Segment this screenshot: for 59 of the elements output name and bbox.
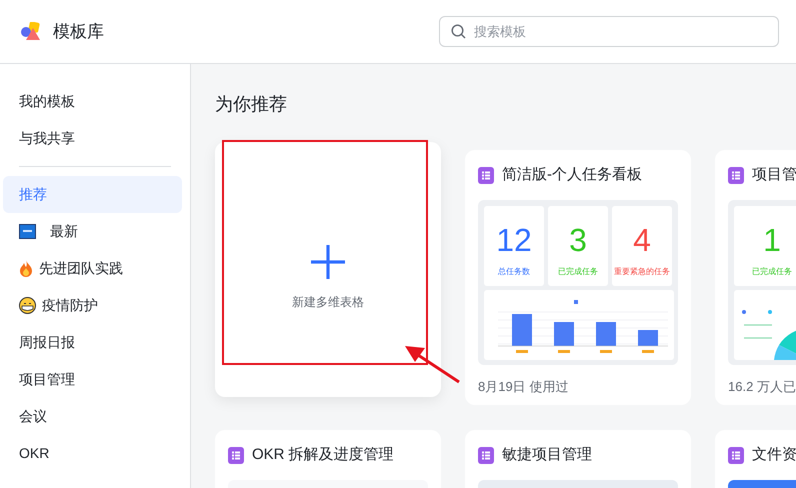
stat-label: 总任务数 — [498, 266, 530, 278]
usage-info: 8月19日 使用过 — [478, 378, 570, 396]
table-icon — [728, 166, 744, 184]
legend-marker — [742, 310, 746, 314]
legend-marker — [768, 310, 772, 314]
annotation-arrow — [403, 344, 463, 386]
card-title: 简洁版-个人任务看板 — [502, 164, 642, 185]
stat-value: 12 — [496, 224, 532, 256]
axis-label-icon — [516, 350, 528, 353]
chart-bar — [638, 330, 658, 346]
stat-value: 3 — [569, 224, 587, 256]
table-icon — [228, 446, 244, 464]
new-table-label: 新建多维表格 — [292, 294, 364, 310]
search-field[interactable]: 搜索模板 — [439, 16, 779, 47]
new-table-card[interactable]: 新建多维表格 — [215, 142, 441, 397]
chart-bar — [596, 322, 616, 346]
plus-icon — [309, 242, 347, 280]
leader-line — [744, 324, 772, 326]
sidebar-item[interactable]: 与我共享 — [3, 120, 182, 157]
sidebar-item[interactable]: 疫情防护 — [3, 287, 182, 324]
template-card[interactable]: 敏捷项目管理 — [465, 430, 691, 488]
card-title: 项目管 — [752, 164, 796, 185]
sidebar-item[interactable]: OKR — [3, 435, 182, 472]
sidebar-item[interactable]: 项目管理 — [3, 361, 182, 398]
stat-value: 1 — [763, 224, 781, 256]
stat-value: 4 — [633, 224, 651, 256]
sidebar-item[interactable]: 我的模板 — [3, 83, 182, 120]
search-icon — [451, 24, 466, 39]
stat-label: 已完成任务 — [558, 266, 598, 278]
card-title: 文件资 — [752, 444, 796, 465]
card-title: OKR 拆解及进度管理 — [252, 444, 394, 465]
table-icon — [728, 446, 744, 464]
newspaper-icon — [19, 224, 36, 239]
logo-icon — [20, 22, 41, 41]
template-card[interactable]: OKR 拆解及进度管理 — [215, 430, 441, 488]
sidebar-item[interactable]: 会议 — [3, 398, 182, 435]
usage-info: 16.2 万人已 — [728, 378, 796, 396]
face-mask-icon — [19, 297, 36, 314]
sidebar-item[interactable]: 周报日报 — [3, 324, 182, 361]
template-card[interactable]: 文件资 — [715, 430, 796, 488]
template-card[interactable]: 项目管 1 已完成任务 16.2 万人已 — [715, 150, 796, 405]
legend-marker — [574, 300, 578, 304]
card-title: 敏捷项目管理 — [502, 444, 592, 465]
axis-label-icon — [642, 350, 654, 353]
axis-label-icon — [558, 350, 570, 353]
fire-icon — [19, 260, 33, 277]
stat-label: 已完成任务 — [752, 266, 792, 278]
section-title: 为你推荐 — [215, 93, 288, 116]
sidebar-item[interactable]: 最新 — [3, 213, 182, 250]
axis-label-icon — [600, 350, 612, 353]
stat-label: 重要紧急的任务 — [614, 266, 670, 278]
template-card[interactable]: 简洁版-个人任务看板 12 总任务数 3 已完成任务 4 重要紧急的任务 8月19日 使用过 — [465, 150, 691, 405]
table-icon — [478, 166, 494, 184]
table-icon — [478, 446, 494, 464]
sidebar-item[interactable]: 推荐 — [3, 176, 182, 213]
sidebar-item[interactable]: 先进团队实践 — [3, 250, 182, 287]
chart-bar — [512, 314, 532, 346]
chart-bar — [554, 322, 574, 346]
app-title: 模板库 — [53, 20, 104, 43]
